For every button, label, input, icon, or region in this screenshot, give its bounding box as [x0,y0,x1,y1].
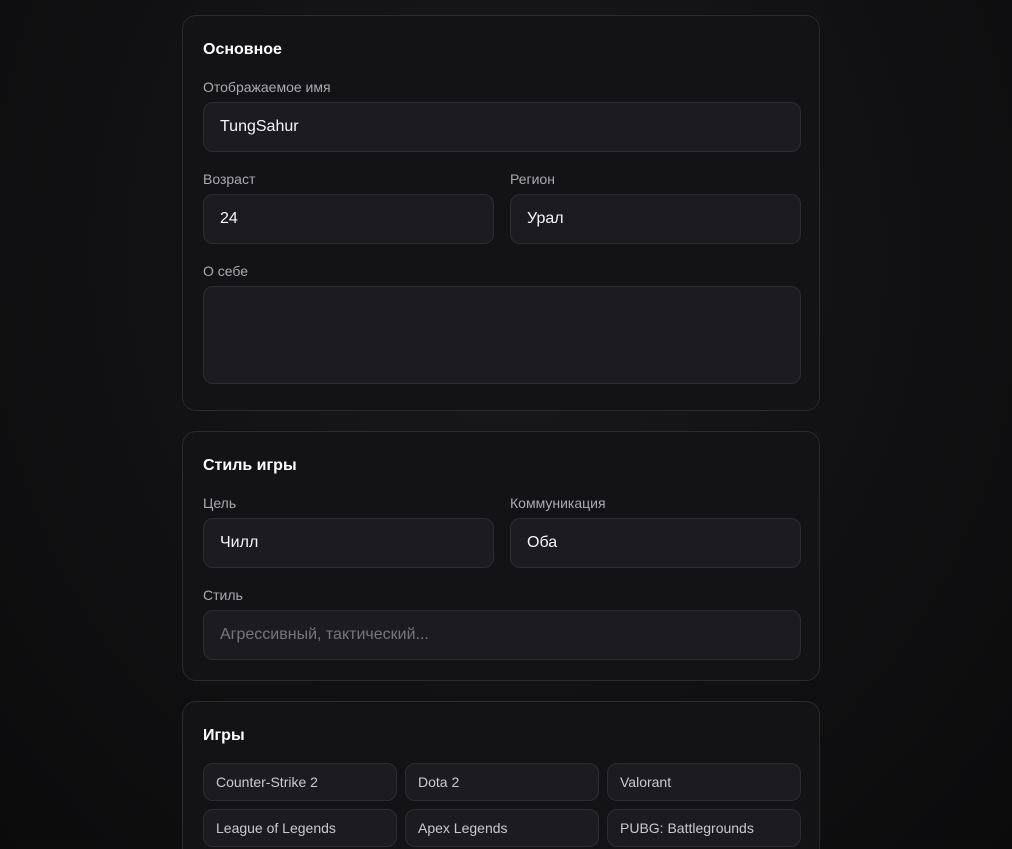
age-label: Возраст [203,171,256,187]
display-name-label: Отображаемое имя [203,79,331,95]
game-chip-valorant[interactable]: Valorant [607,763,801,801]
games-section-title: Игры [203,727,245,744]
playstyle-section-title: Стиль игры [203,457,297,474]
game-chip-pubg-battlegrounds[interactable]: PUBG: Battlegrounds [607,809,801,847]
age-input[interactable]: 24 [203,194,494,244]
about-label: О себе [203,263,249,279]
communication-label: Коммуникация [510,495,606,511]
profile-edit-page: Основное Отображаемое имя TungSahur Возр… [0,0,1012,849]
communication-select[interactable]: Оба [510,518,801,568]
display-name-input[interactable]: TungSahur [203,102,801,152]
style-input[interactable] [203,610,801,660]
games-section: Игры Counter-Strike 2 Dota 2 Valorant Le… [182,701,820,849]
region-label: Регион [510,171,555,187]
style-label: Стиль [203,587,243,603]
game-chip-counter-strike-2[interactable]: Counter-Strike 2 [203,763,397,801]
basic-section-title: Основное [203,41,282,58]
about-textarea[interactable] [203,286,801,384]
basic-section: Основное Отображаемое имя TungSahur Возр… [182,15,820,411]
goal-label: Цель [203,495,237,511]
goal-select[interactable]: Чилл [203,518,494,568]
game-chip-apex-legends[interactable]: Apex Legends [405,809,599,847]
game-chip-dota-2[interactable]: Dota 2 [405,763,599,801]
game-chip-league-of-legends[interactable]: League of Legends [203,809,397,847]
playstyle-section: Стиль игры Цель Чилл Коммуникация Оба Ст… [182,431,820,681]
region-input[interactable]: Урал [510,194,801,244]
